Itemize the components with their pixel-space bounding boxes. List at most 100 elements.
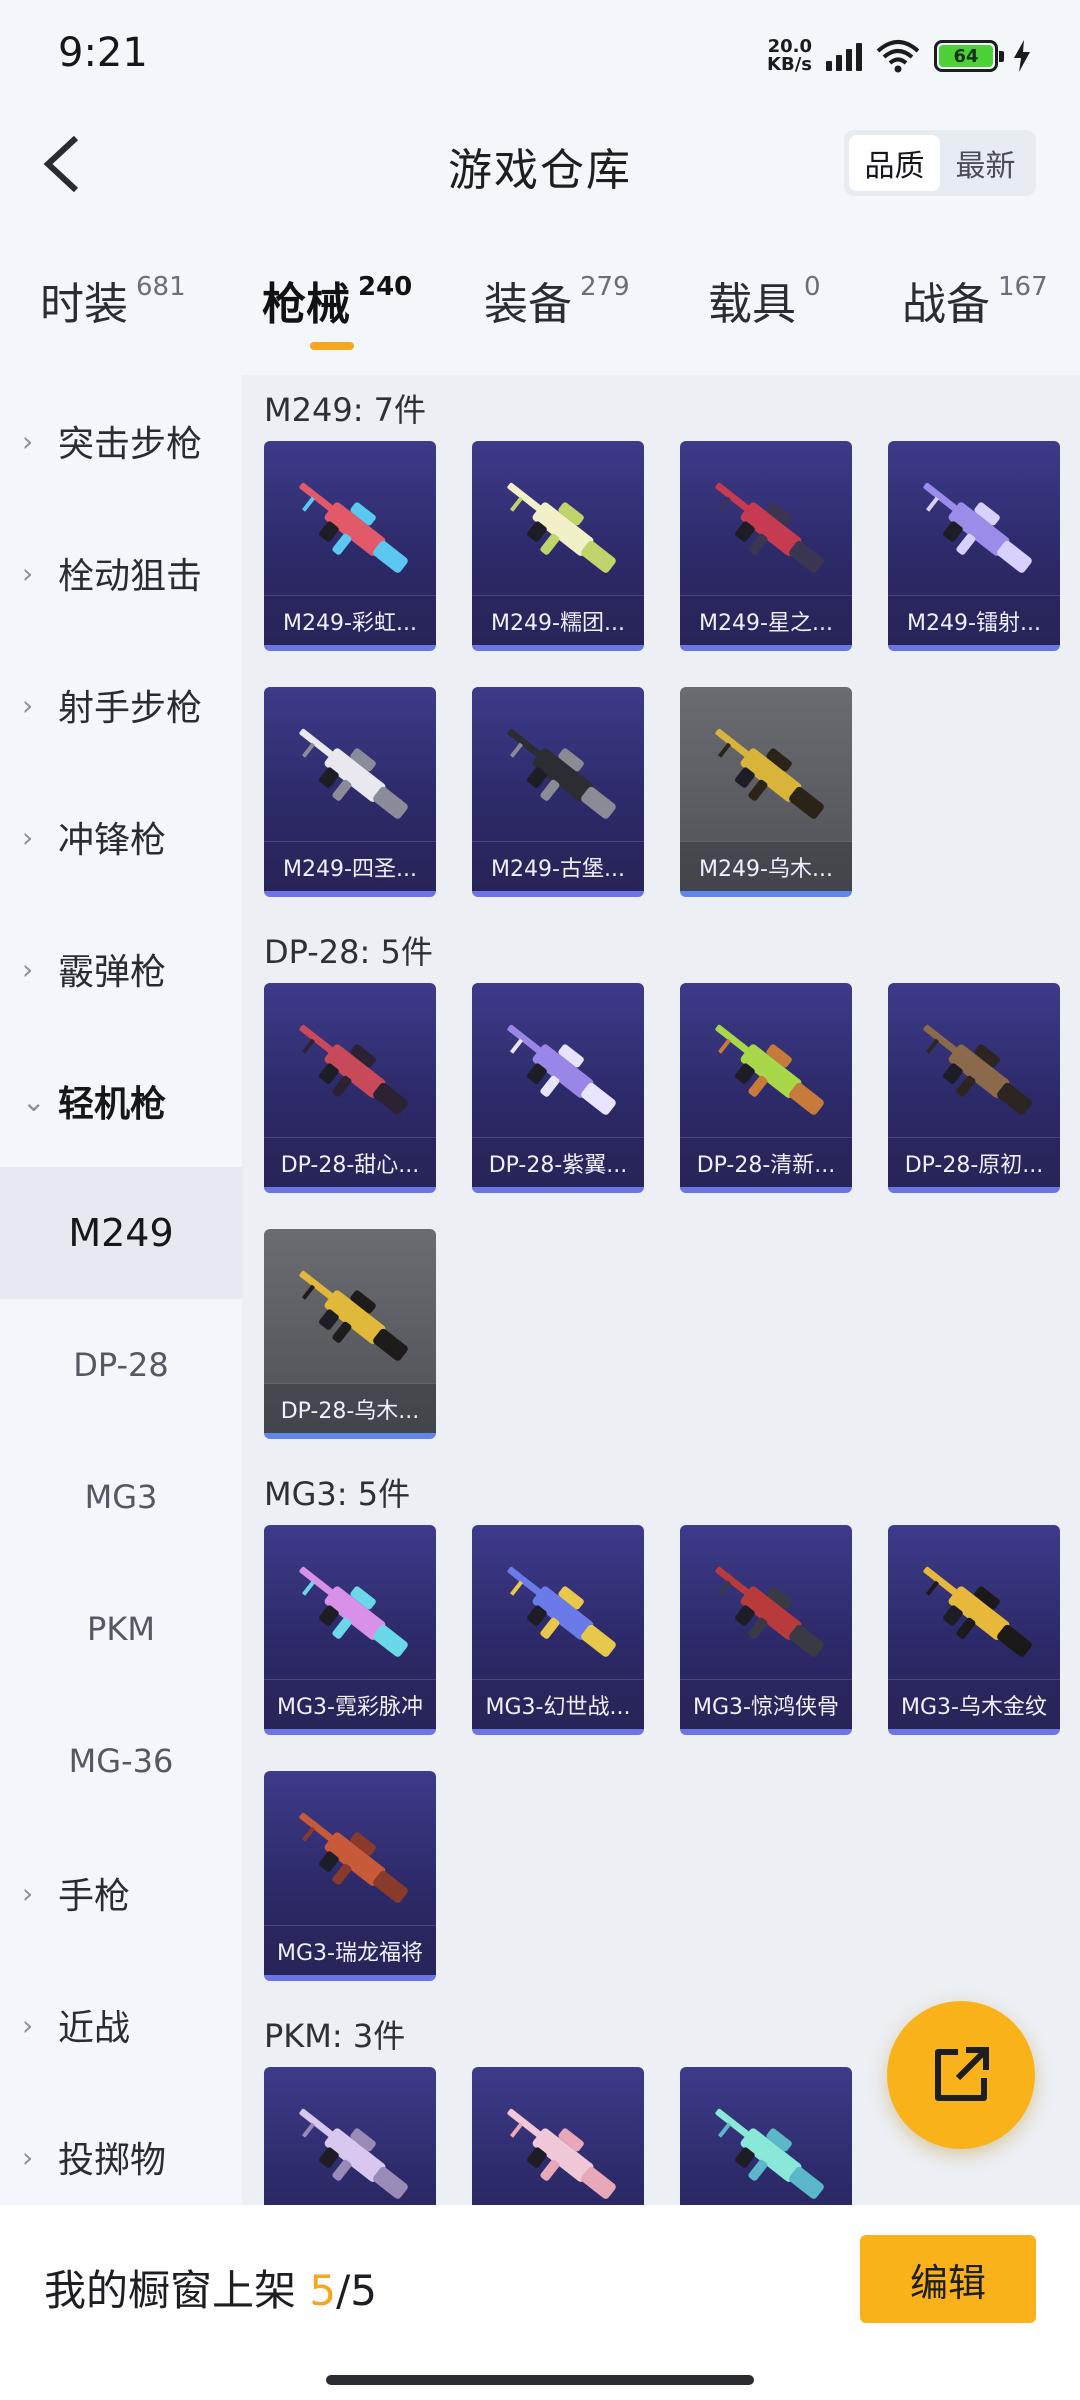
sidebar-item-assault-rifle[interactable]: › 突击步枪 bbox=[0, 375, 242, 507]
sidebar-item-label: 射手步枪 bbox=[58, 688, 203, 729]
gun-skin-image bbox=[715, 728, 824, 819]
chevron-right-icon: › bbox=[22, 820, 34, 854]
gun-skin-image bbox=[299, 2108, 408, 2199]
cellular-signal-icon bbox=[826, 41, 862, 71]
sidebar-item-throwable[interactable]: › 投掷物 bbox=[0, 2091, 242, 2205]
chevron-right-icon: › bbox=[22, 1876, 34, 1910]
sidebar-item-label: 轻机枪 bbox=[58, 1084, 167, 1125]
chevron-right-icon: › bbox=[22, 424, 34, 458]
gun-skin-image bbox=[923, 1024, 1032, 1115]
item-card[interactable]: M249-乌木... bbox=[680, 687, 852, 897]
item-name: MG3-霓彩脉冲 bbox=[264, 1679, 436, 1729]
status-icons: 20.0 KB/s 64 bbox=[767, 32, 1032, 80]
item-name: M249-彩虹... bbox=[264, 595, 436, 645]
sidebar-subitem-dp28[interactable]: DP-28 bbox=[0, 1299, 242, 1431]
item-card[interactable]: MG3-霓彩脉冲 bbox=[264, 1525, 436, 1735]
sort-quality-option[interactable]: 品质 bbox=[849, 135, 940, 191]
item-card[interactable]: DP-28-甜心... bbox=[264, 983, 436, 1193]
item-name: DP-28-清新... bbox=[680, 1137, 852, 1187]
group-title: M249: 7件 bbox=[264, 391, 427, 429]
share-button[interactable] bbox=[887, 2001, 1035, 2149]
showcase-count-current: 5 bbox=[309, 2266, 337, 2315]
item-name: M249-镭射... bbox=[888, 595, 1060, 645]
edit-button[interactable]: 编辑 bbox=[860, 2235, 1036, 2323]
sidebar-subitem-mg36[interactable]: MG-36 bbox=[0, 1695, 242, 1827]
wifi-icon bbox=[876, 39, 920, 73]
tab-fashion[interactable]: 时装 681 bbox=[40, 268, 186, 332]
item-card[interactable] bbox=[472, 2067, 644, 2205]
gun-skin-image bbox=[299, 482, 408, 573]
gun-skin-image bbox=[507, 1566, 616, 1657]
active-tab-indicator bbox=[310, 342, 354, 350]
item-card[interactable]: DP-28-紫翼... bbox=[472, 983, 644, 1193]
gun-skin-image bbox=[715, 1024, 824, 1115]
gun-skin-image bbox=[299, 1270, 408, 1361]
tab-label: 枪械 bbox=[262, 279, 350, 330]
gun-skin-image bbox=[923, 482, 1032, 573]
tab-count: 279 bbox=[580, 272, 630, 302]
item-card[interactable] bbox=[680, 2067, 852, 2205]
app-header: 游戏仓库 品质 最新 bbox=[0, 110, 1080, 220]
item-name: M249-糯团... bbox=[472, 595, 644, 645]
gun-skin-image bbox=[715, 1566, 824, 1657]
sidebar-item-smg[interactable]: › 冲锋枪 bbox=[0, 771, 242, 903]
item-name: DP-28-紫翼... bbox=[472, 1137, 644, 1187]
tab-firearms[interactable]: 枪械 240 bbox=[262, 268, 412, 332]
item-card[interactable]: DP-28-清新... bbox=[680, 983, 852, 1193]
item-card[interactable]: MG3-乌木金纹 bbox=[888, 1525, 1060, 1735]
tab-label: 战备 bbox=[902, 279, 990, 330]
status-bar: 9:21 20.0 KB/s 64 bbox=[0, 0, 1080, 110]
gun-skin-image bbox=[507, 728, 616, 819]
item-card[interactable]: M249-四圣... bbox=[264, 687, 436, 897]
chevron-right-icon: › bbox=[22, 2140, 34, 2174]
chevron-down-icon: ⌄ bbox=[22, 1084, 46, 1118]
item-card[interactable]: M249-彩虹... bbox=[264, 441, 436, 651]
tab-equipment[interactable]: 装备 279 bbox=[484, 268, 630, 332]
group-title: MG3: 5件 bbox=[264, 1475, 411, 1513]
sidebar-item-shotgun[interactable]: › 霰弹枪 bbox=[0, 903, 242, 1035]
sidebar-item-pistol[interactable]: › 手枪 bbox=[0, 1827, 242, 1959]
sidebar-item-bolt-sniper[interactable]: › 栓动狙击 bbox=[0, 507, 242, 639]
item-list[interactable]: M249: 7件 M249-彩虹... M249-糯团... M249-星之... M2… bbox=[242, 375, 1080, 2205]
net-speed-unit: KB/s bbox=[767, 54, 812, 75]
sidebar-item-label: 霰弹枪 bbox=[58, 952, 167, 993]
share-icon bbox=[935, 2047, 989, 2101]
sidebar-item-melee[interactable]: › 近战 bbox=[0, 1959, 242, 2091]
battery-icon: 64 bbox=[934, 40, 1004, 72]
item-card[interactable]: MG3-幻世战... bbox=[472, 1525, 644, 1735]
sidebar-item-marksman-rifle[interactable]: › 射手步枪 bbox=[0, 639, 242, 771]
category-tabs: 时装 681 枪械 240 装备 279 载具 0 战备 167 bbox=[0, 250, 1080, 360]
item-card[interactable]: M249-镭射... bbox=[888, 441, 1060, 651]
tab-supplies[interactable]: 战备 167 bbox=[902, 268, 1048, 332]
sort-newest-option[interactable]: 最新 bbox=[940, 135, 1031, 191]
status-time: 9:21 bbox=[58, 30, 148, 76]
item-card[interactable]: DP-28-乌木... bbox=[264, 1229, 436, 1439]
item-card[interactable]: M249-星之... bbox=[680, 441, 852, 651]
item-card[interactable] bbox=[264, 2067, 436, 2205]
item-grid: MG3-霓彩脉冲 MG3-幻世战... MG3-惊鸿侠骨 MG3-乌木金纹 MG3-瑞龙… bbox=[242, 1525, 1080, 1981]
sidebar-subitem-pkm[interactable]: PKM bbox=[0, 1563, 242, 1695]
item-card[interactable]: DP-28-原初... bbox=[888, 983, 1060, 1193]
item-name: DP-28-甜心... bbox=[264, 1137, 436, 1187]
battery-level: 64 bbox=[939, 45, 993, 67]
sort-toggle: 品质 最新 bbox=[844, 130, 1036, 196]
item-card[interactable]: MG3-瑞龙福将 bbox=[264, 1771, 436, 1981]
group-title: DP-28: 5件 bbox=[264, 933, 433, 971]
sidebar-subitem-m249[interactable]: M249 bbox=[0, 1167, 242, 1299]
item-card[interactable]: M249-糯团... bbox=[472, 441, 644, 651]
tab-vehicles[interactable]: 载具 0 bbox=[708, 268, 821, 332]
sidebar-item-label: 手枪 bbox=[58, 1876, 131, 1917]
sidebar-item-label: 近战 bbox=[58, 2008, 131, 2049]
item-name: MG3-惊鸿侠骨 bbox=[680, 1679, 852, 1729]
item-name: DP-28-乌木... bbox=[264, 1383, 436, 1433]
sidebar-subitem-mg3[interactable]: MG3 bbox=[0, 1431, 242, 1563]
item-grid: DP-28-甜心... DP-28-紫翼... DP-28-清新... DP-28-原… bbox=[242, 983, 1080, 1439]
home-indicator[interactable] bbox=[326, 2375, 754, 2385]
sidebar-item-label: 栓动狙击 bbox=[58, 556, 203, 597]
charging-bolt-icon bbox=[1012, 40, 1032, 72]
item-grid: M249-彩虹... M249-糯团... M249-星之... M249-镭射...… bbox=[242, 441, 1080, 897]
item-card[interactable]: M249-古堡... bbox=[472, 687, 644, 897]
sidebar-item-lmg[interactable]: ⌄ 轻机枪 bbox=[0, 1035, 242, 1167]
item-card[interactable]: MG3-惊鸿侠骨 bbox=[680, 1525, 852, 1735]
sidebar-item-label: 突击步枪 bbox=[58, 424, 203, 465]
